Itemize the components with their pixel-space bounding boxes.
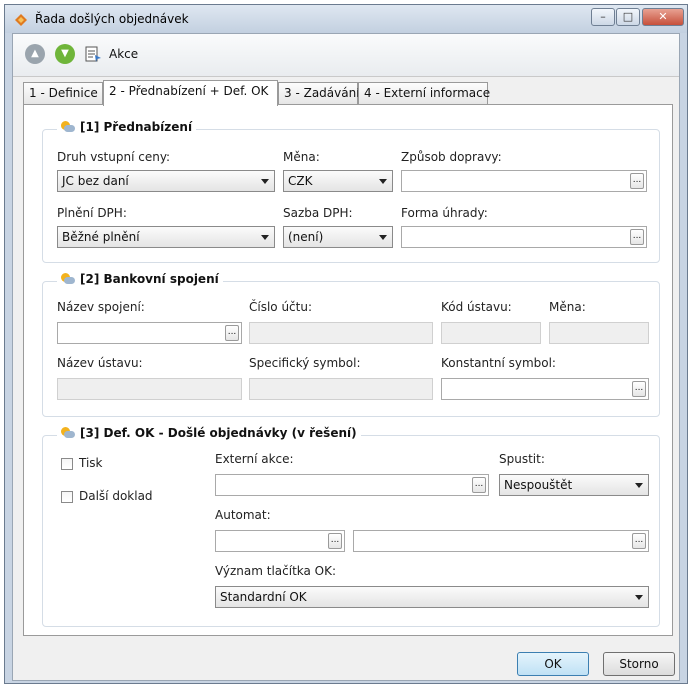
window-title: Řada došlých objednávek (35, 12, 189, 26)
tab-prednabizeni[interactable]: 2 - Přednabízení + Def. OK (103, 80, 278, 106)
tab-panel: [1] Přednabízení Druh vstupní ceny: JC b… (23, 104, 673, 636)
group-title: [2] Bankovní spojení (80, 272, 219, 286)
tab-definice[interactable]: 1 - Definice (23, 82, 103, 104)
nazev-spojeni-label: Název spojení: (57, 300, 145, 314)
mena-label: Měna: (283, 150, 320, 164)
action-label[interactable]: Akce (109, 47, 138, 61)
automat-field-2[interactable]: ... (353, 530, 649, 552)
plneni-combo[interactable]: Běžné plnění (57, 226, 275, 248)
dialog-client: ▲ ▼ Akce 1 - Definice 2 - Přednabízení +… (12, 33, 680, 681)
chevron-down-icon (261, 235, 269, 240)
vyznam-combo[interactable]: Standardní OK (215, 586, 649, 608)
chevron-down-icon (635, 483, 643, 488)
ellipsis-icon[interactable]: ... (328, 533, 342, 549)
dalsi-doklad-checkbox[interactable] (61, 491, 73, 503)
group-header: [3] Def. OK - Došlé objednávky (v řešení… (57, 426, 361, 440)
plneni-value: Běžné plnění (62, 230, 140, 244)
spustit-value: Nespouštět (504, 478, 573, 492)
dalsi-doklad-label[interactable]: Další doklad (79, 489, 153, 503)
konstantni-symbol-field[interactable]: ... (441, 378, 649, 400)
specificky-symbol-field (249, 378, 433, 400)
konstantni-symbol-label: Konstantní symbol: (441, 356, 556, 370)
minimize-button[interactable]: – (591, 8, 615, 26)
ellipsis-icon[interactable]: ... (472, 477, 486, 493)
chevron-down-icon (379, 235, 387, 240)
sazba-value: (není) (288, 230, 324, 244)
zpusob-field[interactable]: ... (401, 170, 647, 192)
druh-combo[interactable]: JC bez daní (57, 170, 275, 192)
specificky-symbol-label: Specifický symbol: (249, 356, 361, 370)
tab-zadavani[interactable]: 3 - Zadávání (278, 82, 360, 104)
group-def-ok: [3] Def. OK - Došlé objednávky (v řešení… (42, 426, 660, 627)
kod-ustavu-label: Kód ústavu: (441, 300, 512, 314)
druh-value: JC bez daní (62, 174, 129, 188)
dialog-window: Řada došlých objednávek – □ ✕ ▲ ▼ Akce 1… (4, 4, 688, 684)
back-button[interactable]: ▲ (25, 44, 45, 64)
forma-label: Forma úhrady: (401, 206, 488, 220)
plneni-label: Plnění DPH: (57, 206, 127, 220)
spustit-combo[interactable]: Nespouštět (499, 474, 649, 496)
group-title: [3] Def. OK - Došlé objednávky (v řešení… (80, 426, 357, 440)
ok-button[interactable]: OK (517, 652, 589, 676)
ellipsis-icon[interactable]: ... (632, 381, 646, 397)
action-icon[interactable] (84, 45, 102, 63)
group-header: [1] Přednabízení (57, 120, 197, 134)
nazev-spojeni-field[interactable]: ... (57, 322, 242, 344)
mena-value: CZK (288, 174, 313, 188)
toolbar: ▲ ▼ Akce (13, 34, 679, 77)
automat-label: Automat: (215, 508, 271, 522)
sazba-combo[interactable]: (není) (283, 226, 393, 248)
title-bar[interactable]: Řada došlých objednávek – □ ✕ (5, 5, 687, 33)
tisk-checkbox[interactable] (61, 458, 73, 470)
bank-mena-field (549, 322, 649, 344)
ellipsis-icon[interactable]: ... (630, 229, 644, 245)
vyznam-label: Význam tlačítka OK: (215, 564, 337, 578)
chevron-down-icon (261, 179, 269, 184)
tab-strip: 1 - Definice 2 - Přednabízení + Def. OK … (23, 80, 673, 106)
sazba-label: Sazba DPH: (283, 206, 353, 220)
cancel-button[interactable]: Storno (603, 652, 675, 676)
forma-field[interactable]: ... (401, 226, 647, 248)
automat-field-1[interactable]: ... (215, 530, 345, 552)
ellipsis-icon[interactable]: ... (225, 325, 239, 341)
tab-externi-informace[interactable]: 4 - Externí informace (358, 82, 490, 104)
group-header: [2] Bankovní spojení (57, 272, 223, 286)
kod-ustavu-field (441, 322, 541, 344)
externi-akce-field[interactable]: ... (215, 474, 489, 496)
nazev-ustavu-field (57, 378, 242, 400)
maximize-button[interactable]: □ (616, 8, 640, 26)
group-bankovni-spojeni: [2] Bankovní spojení Název spojení: ... … (42, 272, 660, 417)
tisk-label[interactable]: Tisk (79, 456, 103, 470)
weather-icon (61, 427, 75, 439)
chevron-down-icon (635, 595, 643, 600)
cislo-uctu-label: Číslo účtu: (249, 300, 313, 314)
group-title: [1] Přednabízení (80, 120, 193, 134)
bank-mena-label: Měna: (549, 300, 586, 314)
druh-label: Druh vstupní ceny: (57, 150, 171, 164)
mena-combo[interactable]: CZK (283, 170, 393, 192)
ellipsis-icon[interactable]: ... (632, 533, 646, 549)
chevron-down-icon (379, 179, 387, 184)
group-prednabizeni: [1] Přednabízení Druh vstupní ceny: JC b… (42, 120, 660, 263)
cislo-uctu-field (249, 322, 433, 344)
weather-icon (61, 273, 75, 285)
spustit-label: Spustit: (499, 452, 545, 466)
nazev-ustavu-label: Název ústavu: (57, 356, 143, 370)
forward-button[interactable]: ▼ (55, 44, 75, 64)
ellipsis-icon[interactable]: ... (630, 173, 644, 189)
app-icon (13, 12, 29, 28)
externi-akce-label: Externí akce: (215, 452, 294, 466)
weather-icon (61, 121, 75, 133)
vyznam-value: Standardní OK (220, 590, 307, 604)
close-button[interactable]: ✕ (642, 8, 684, 26)
zpusob-label: Způsob dopravy: (401, 150, 502, 164)
